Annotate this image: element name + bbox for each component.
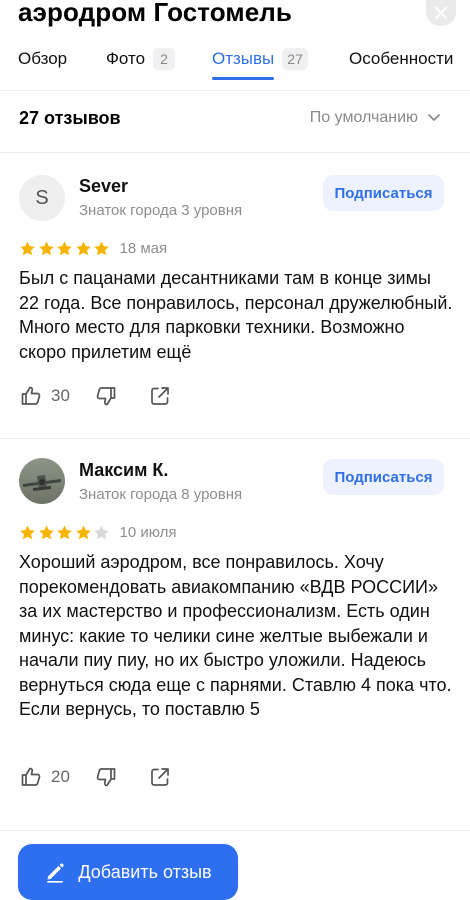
tab-label: Отзывы (212, 49, 275, 68)
tab-features[interactable]: Особенности (349, 44, 453, 74)
chevron-down-icon (428, 114, 440, 121)
tab-count-badge: 27 (282, 48, 308, 70)
dislike-button[interactable] (94, 384, 118, 408)
sort-label: По умолчанию (309, 109, 418, 126)
tab-bar: Обзор Фото 2 Отзывы 27 Особенности (0, 44, 470, 80)
star-icon (38, 525, 54, 540)
review-text: Хороший аэродром, все понравилось. Хочу … (19, 552, 452, 719)
close-button[interactable] (426, 0, 456, 26)
star-icon (57, 525, 72, 540)
star-icon (94, 241, 109, 256)
like-count: 30 (51, 386, 70, 405)
share-button[interactable] (148, 384, 172, 408)
tab-label: Обзор (18, 49, 68, 68)
author-name[interactable]: Максим К. (79, 460, 168, 481)
thumbs-up-icon (21, 386, 41, 405)
avatar[interactable] (19, 458, 65, 504)
share-icon (151, 387, 169, 405)
subscribe-button[interactable]: Подписаться (323, 459, 444, 495)
review-actions: 30 (19, 383, 172, 409)
star-icon (94, 525, 109, 540)
reviews-count: 27 отзывов (19, 108, 121, 128)
title-bar: аэродром Гостомель (0, 0, 470, 32)
review-actions: 20 (19, 764, 172, 790)
thumbs-down-icon (96, 387, 116, 406)
avatar[interactable]: S (19, 175, 65, 221)
star-icon (38, 241, 54, 256)
rating-stars: 10 июля (19, 524, 177, 541)
review-date: 10 июля (119, 524, 177, 541)
add-review-label: Добавить отзыв (78, 861, 212, 882)
avatar-photo (19, 458, 65, 504)
like-button[interactable]: 20 (19, 765, 94, 789)
thumbs-down-icon (96, 768, 116, 787)
share-icon (151, 768, 169, 786)
author-level: Знаток города 8 уровня (79, 486, 243, 503)
author-level: Знаток города 3 уровня (79, 202, 243, 219)
star-icon (75, 241, 91, 256)
reviews-header: 27 отзывов По умолчанию (0, 100, 470, 136)
tab-reviews[interactable]: Отзывы 27 (212, 44, 308, 80)
tab-count-badge: 2 (153, 48, 176, 70)
star-icon (75, 525, 91, 540)
thumbs-up-icon (21, 767, 41, 786)
subscribe-button[interactable]: Подписаться (323, 175, 444, 211)
sort-dropdown[interactable]: По умолчанию (310, 109, 440, 127)
tab-label: Особенности (349, 49, 454, 68)
like-button[interactable]: 30 (19, 384, 94, 408)
add-review-button[interactable]: Добавить отзыв (18, 844, 238, 900)
divider (0, 438, 470, 439)
tab-label: Фото (106, 49, 146, 68)
review-card: S Sever Знаток города 3 уровня Подписать… (0, 170, 470, 440)
like-count: 20 (51, 767, 70, 786)
star-icon (57, 241, 72, 256)
review-text: Был с пацанами десантниками там в конце … (19, 268, 453, 362)
close-icon (435, 7, 447, 19)
dislike-button[interactable] (94, 765, 118, 789)
rating-stars: 18 мая (19, 240, 167, 257)
star-icon (20, 241, 35, 256)
tab-photos[interactable]: Фото 2 (106, 44, 176, 74)
author-name[interactable]: Sever (79, 176, 128, 197)
pencil-icon (47, 863, 65, 883)
divider (0, 90, 470, 91)
bottom-bar: Добавить отзыв (0, 830, 470, 900)
tab-overview[interactable]: Обзор (18, 44, 67, 74)
review-card: Максим К. Знаток города 8 уровня Подписа… (0, 456, 470, 816)
star-icon (20, 525, 35, 540)
divider (0, 152, 470, 153)
place-title: аэродром Гостомель (18, 0, 292, 27)
review-date: 18 мая (119, 240, 168, 257)
share-button[interactable] (148, 765, 172, 789)
